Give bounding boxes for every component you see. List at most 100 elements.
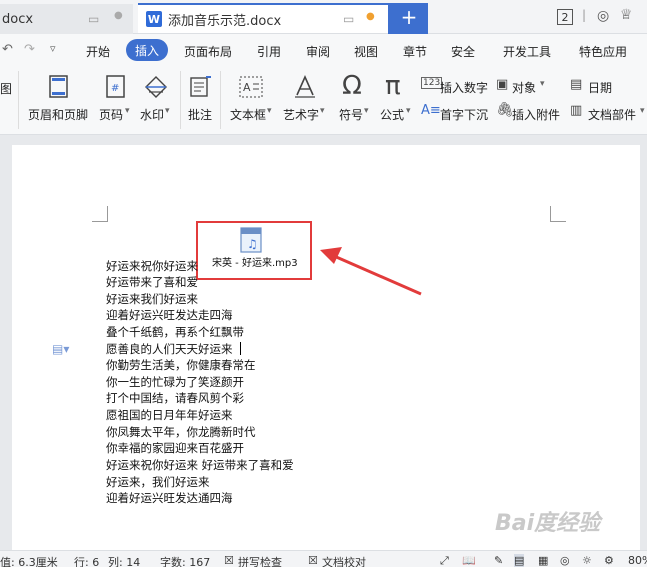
calendar-icon[interactable]: ▤ — [570, 77, 582, 92]
lyric-line: 你勤劳生活美，你健康春常在 — [106, 358, 256, 372]
reading-mode-icon[interactable]: 📖 — [462, 554, 476, 567]
plus-icon[interactable]: + — [398, 4, 420, 30]
word-doc-icon: W — [146, 11, 162, 27]
lyric-line: 愿祖国的日月年年好运来 — [106, 408, 233, 422]
title-bar: docx ▭ ● W 添加音乐示范.docx ▭ ● + 2 | ◎ ♕ — [0, 0, 647, 34]
document-tab-active[interactable]: W 添加音乐示范.docx ▭ ● — [138, 3, 388, 33]
chevron-down-icon[interactable]: ▾ — [165, 106, 170, 116]
chevron-down-icon[interactable]: ▾ — [320, 106, 325, 116]
watermark-icon[interactable] — [144, 75, 168, 99]
lyric-line: 好运来，我们好运来 — [106, 475, 210, 489]
skin-icon[interactable]: ♕ — [620, 7, 633, 23]
pi-icon[interactable]: π — [385, 71, 401, 101]
menu-view[interactable]: 视图 — [354, 43, 378, 60]
lyric-line: 你凤舞太平年，你龙腾新时代 — [106, 425, 256, 439]
menu-insert[interactable]: 插入 — [126, 39, 168, 61]
menu-security[interactable]: 安全 — [451, 43, 475, 60]
undo-icon[interactable]: ↶ — [2, 42, 13, 57]
outline-view-icon[interactable]: ▦ — [538, 554, 548, 567]
spellcheck-button[interactable]: 拼写检查 — [238, 554, 282, 567]
lyric-line: 打个中国结，请春风剪个彩 — [106, 391, 244, 405]
web-view-icon[interactable]: ◎ — [560, 554, 570, 567]
menu-home[interactable]: 开始 — [86, 43, 110, 60]
formula-button[interactable]: 公式 — [380, 106, 404, 123]
divider — [220, 71, 221, 129]
lyric-line: 你一生的忙碌为了笑逐颜开 — [106, 375, 244, 389]
picture-button[interactable]: 图 — [0, 80, 12, 97]
chevron-down-icon[interactable]: ▾ — [125, 106, 130, 116]
checkbox-icon[interactable]: ☒ — [224, 554, 234, 567]
symbol-button[interactable]: 符号 — [339, 106, 363, 123]
header-footer-icon[interactable] — [48, 75, 70, 99]
lyric-line: 好运来祝你好运来 好运带来了喜和爱 — [106, 458, 294, 472]
paragraph-layout-icon[interactable]: ▤▾ — [52, 342, 69, 356]
doc-check-button[interactable]: 文档校对 — [322, 554, 366, 567]
unsaved-dot-icon[interactable]: ● — [366, 11, 375, 22]
lyric-line: 你幸福的家园迎来百花盛开 — [106, 441, 244, 455]
row-readout: 行: 6 — [74, 556, 100, 567]
document-tab-inactive[interactable]: docx ▭ ● — [0, 4, 133, 34]
red-arrow-pointer — [320, 247, 422, 296]
chevron-down-icon[interactable]: ▾ — [640, 106, 645, 116]
chevron-down-icon[interactable]: ▾ — [406, 106, 411, 116]
monitor-icon[interactable]: ▭ — [88, 12, 99, 26]
comment-button[interactable]: 批注 — [188, 106, 212, 123]
share-icon[interactable]: ◎ — [597, 8, 609, 24]
menu-references[interactable]: 引用 — [257, 43, 281, 60]
text-cursor — [240, 342, 241, 355]
menu-review[interactable]: 审阅 — [306, 43, 330, 60]
comment-icon[interactable] — [189, 75, 213, 99]
insert-attachment-button[interactable]: 插入附件 — [512, 106, 560, 123]
window-count-badge[interactable]: 2 — [557, 9, 573, 25]
omega-icon[interactable]: Ω — [342, 71, 362, 101]
eye-protect-icon[interactable]: ☼ — [582, 554, 592, 567]
object-button[interactable]: 对象 — [512, 79, 536, 96]
chevron-down-icon[interactable]: ▾ — [540, 79, 545, 89]
page-view-icon[interactable]: ▤ — [514, 554, 525, 567]
close-dot-icon[interactable]: ● — [114, 10, 123, 21]
lyric-line: 好运来我们好运来 — [106, 292, 198, 306]
quick-access-dropdown-icon[interactable]: ▿ — [50, 42, 56, 55]
page-number-button[interactable]: 页码 — [99, 106, 123, 123]
number-icon[interactable]: 123 — [421, 77, 443, 89]
edit-icon[interactable]: ✎ — [494, 554, 503, 567]
wordart-button[interactable]: 艺术字 — [283, 106, 319, 123]
wordart-icon[interactable] — [293, 75, 317, 99]
fullscreen-icon[interactable]: ⤢ — [440, 554, 449, 567]
ribbon-toolbar: 图 页眉和页脚 # 页码 ▾ 水印 ▾ 批注 A 文本框 ▾ 艺术字 ▾ Ω 符… — [0, 67, 647, 135]
chevron-down-icon[interactable]: ▾ — [267, 106, 272, 116]
menu-page-layout[interactable]: 页面布局 — [184, 43, 232, 60]
position-readout: 值: 6.3厘米 — [0, 556, 58, 567]
page-number-icon[interactable]: # — [105, 75, 127, 99]
word-count[interactable]: 字数: 167 — [160, 554, 210, 567]
divider: | — [582, 8, 587, 22]
settings-icon[interactable]: ⚙ — [604, 554, 614, 567]
watermark-button[interactable]: 水印 — [140, 106, 164, 123]
attachment-highlight-box[interactable]: ♫ 宋英 - 好运来.mp3 — [196, 221, 312, 280]
lyric-line: 迎着好运兴旺发达通四海 — [106, 491, 233, 505]
header-footer-button[interactable]: 页眉和页脚 — [28, 106, 88, 123]
textbox-icon[interactable]: A — [239, 76, 263, 98]
margin-corner-mark — [92, 206, 108, 222]
chevron-down-icon[interactable]: ▾ — [364, 106, 369, 116]
menu-special[interactable]: 特色应用 — [579, 43, 627, 60]
menu-developer[interactable]: 开发工具 — [503, 43, 551, 60]
date-button[interactable]: 日期 — [588, 79, 612, 96]
checkbox-icon[interactable]: ☒ — [308, 554, 318, 567]
zoom-level[interactable]: 80% — [628, 554, 647, 567]
insert-number-button[interactable]: 插入数字 — [440, 79, 488, 96]
textbox-button[interactable]: 文本框 — [230, 106, 266, 123]
monitor-icon[interactable]: ▭ — [343, 12, 354, 26]
menu-chapter[interactable]: 章节 — [403, 43, 427, 60]
object-icon[interactable]: ▣ — [496, 77, 508, 92]
baidu-watermark: Bai度经验 — [495, 511, 601, 536]
lyric-line: 好运来祝你好运来 — [106, 259, 198, 273]
redo-icon[interactable]: ↷ — [24, 42, 35, 57]
drop-cap-icon[interactable]: A≡ — [421, 103, 441, 118]
doc-parts-button[interactable]: 文档部件 — [588, 106, 636, 123]
audio-file-icon[interactable]: ♫ — [238, 227, 264, 253]
drop-cap-button[interactable]: 首字下沉 — [440, 106, 488, 123]
doc-parts-icon[interactable]: ▥ — [570, 103, 582, 118]
status-bar: 值: 6.3厘米 行: 6 列: 14 字数: 167 ☒ 拼写检查 ☒ 文档校… — [0, 550, 647, 567]
svg-text:♫: ♫ — [247, 237, 258, 251]
